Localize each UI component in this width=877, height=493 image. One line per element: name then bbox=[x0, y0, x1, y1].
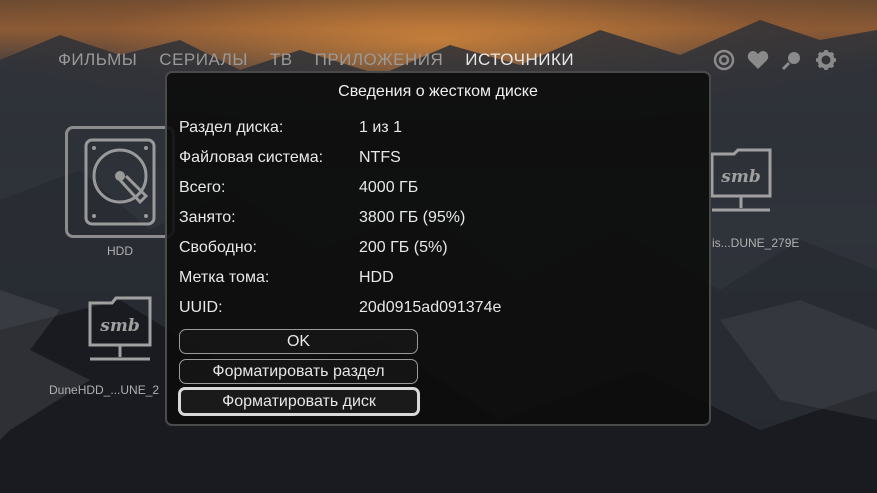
format-partition-button[interactable]: Форматировать раздел bbox=[179, 359, 418, 384]
row-value: 20d0915ad091374e bbox=[359, 299, 502, 316]
top-navigation: ФИЛЬМЫ СЕРИАЛЫ ТВ ПРИЛОЖЕНИЯ ИСТОЧНИКИ bbox=[58, 50, 596, 70]
hdd-tile[interactable] bbox=[65, 126, 175, 238]
ok-button[interactable]: OK bbox=[179, 329, 418, 354]
target-icon[interactable] bbox=[712, 48, 736, 72]
row-key: Раздел диска: bbox=[179, 119, 284, 136]
dialog-title: Сведения о жестком диске bbox=[338, 83, 538, 100]
format-disk-button[interactable]: Форматировать диск bbox=[178, 387, 420, 416]
tab-apps[interactable]: ПРИЛОЖЕНИЯ bbox=[315, 50, 444, 70]
smb-text-left: smb bbox=[99, 316, 139, 336]
gear-icon[interactable] bbox=[814, 48, 838, 72]
row-value: NTFS bbox=[359, 149, 401, 166]
smb-share-icon-left[interactable]: smb bbox=[86, 295, 156, 365]
row-value: HDD bbox=[359, 269, 394, 286]
row-key: Всего: bbox=[179, 179, 226, 196]
row-value: 4000 ГБ bbox=[359, 179, 419, 196]
smb-left-label: DuneHDD_...UNE_2 bbox=[49, 383, 160, 397]
hdd-tile-label: HDD bbox=[107, 244, 133, 258]
tab-movies[interactable]: ФИЛЬМЫ bbox=[58, 50, 137, 70]
tab-sources[interactable]: ИСТОЧНИКИ bbox=[465, 50, 574, 70]
row-key: Файловая система: bbox=[179, 149, 324, 166]
row-key: Метка тома: bbox=[179, 269, 270, 286]
smb-right-label: is...DUNE_279E bbox=[712, 236, 800, 250]
search-icon[interactable] bbox=[780, 48, 804, 72]
hard-drive-icon bbox=[84, 138, 156, 226]
tab-series[interactable]: СЕРИАЛЫ bbox=[159, 50, 248, 70]
row-value: 3800 ГБ (95%) bbox=[359, 209, 466, 226]
row-key: Свободно: bbox=[179, 239, 257, 256]
row-key: Занято: bbox=[179, 209, 236, 226]
top-icon-bar bbox=[712, 48, 838, 72]
row-value: 1 из 1 bbox=[359, 119, 402, 136]
disk-info-dialog: Сведения о жестком диске Раздел диска: 1… bbox=[165, 71, 711, 426]
row-key: UUID: bbox=[179, 299, 223, 316]
smb-share-icon-right[interactable]: smb bbox=[706, 146, 776, 216]
tab-tv[interactable]: ТВ bbox=[270, 50, 293, 70]
heart-icon[interactable] bbox=[746, 48, 770, 72]
smb-text-right: smb bbox=[720, 167, 760, 187]
row-value: 200 ГБ (5%) bbox=[359, 239, 448, 256]
